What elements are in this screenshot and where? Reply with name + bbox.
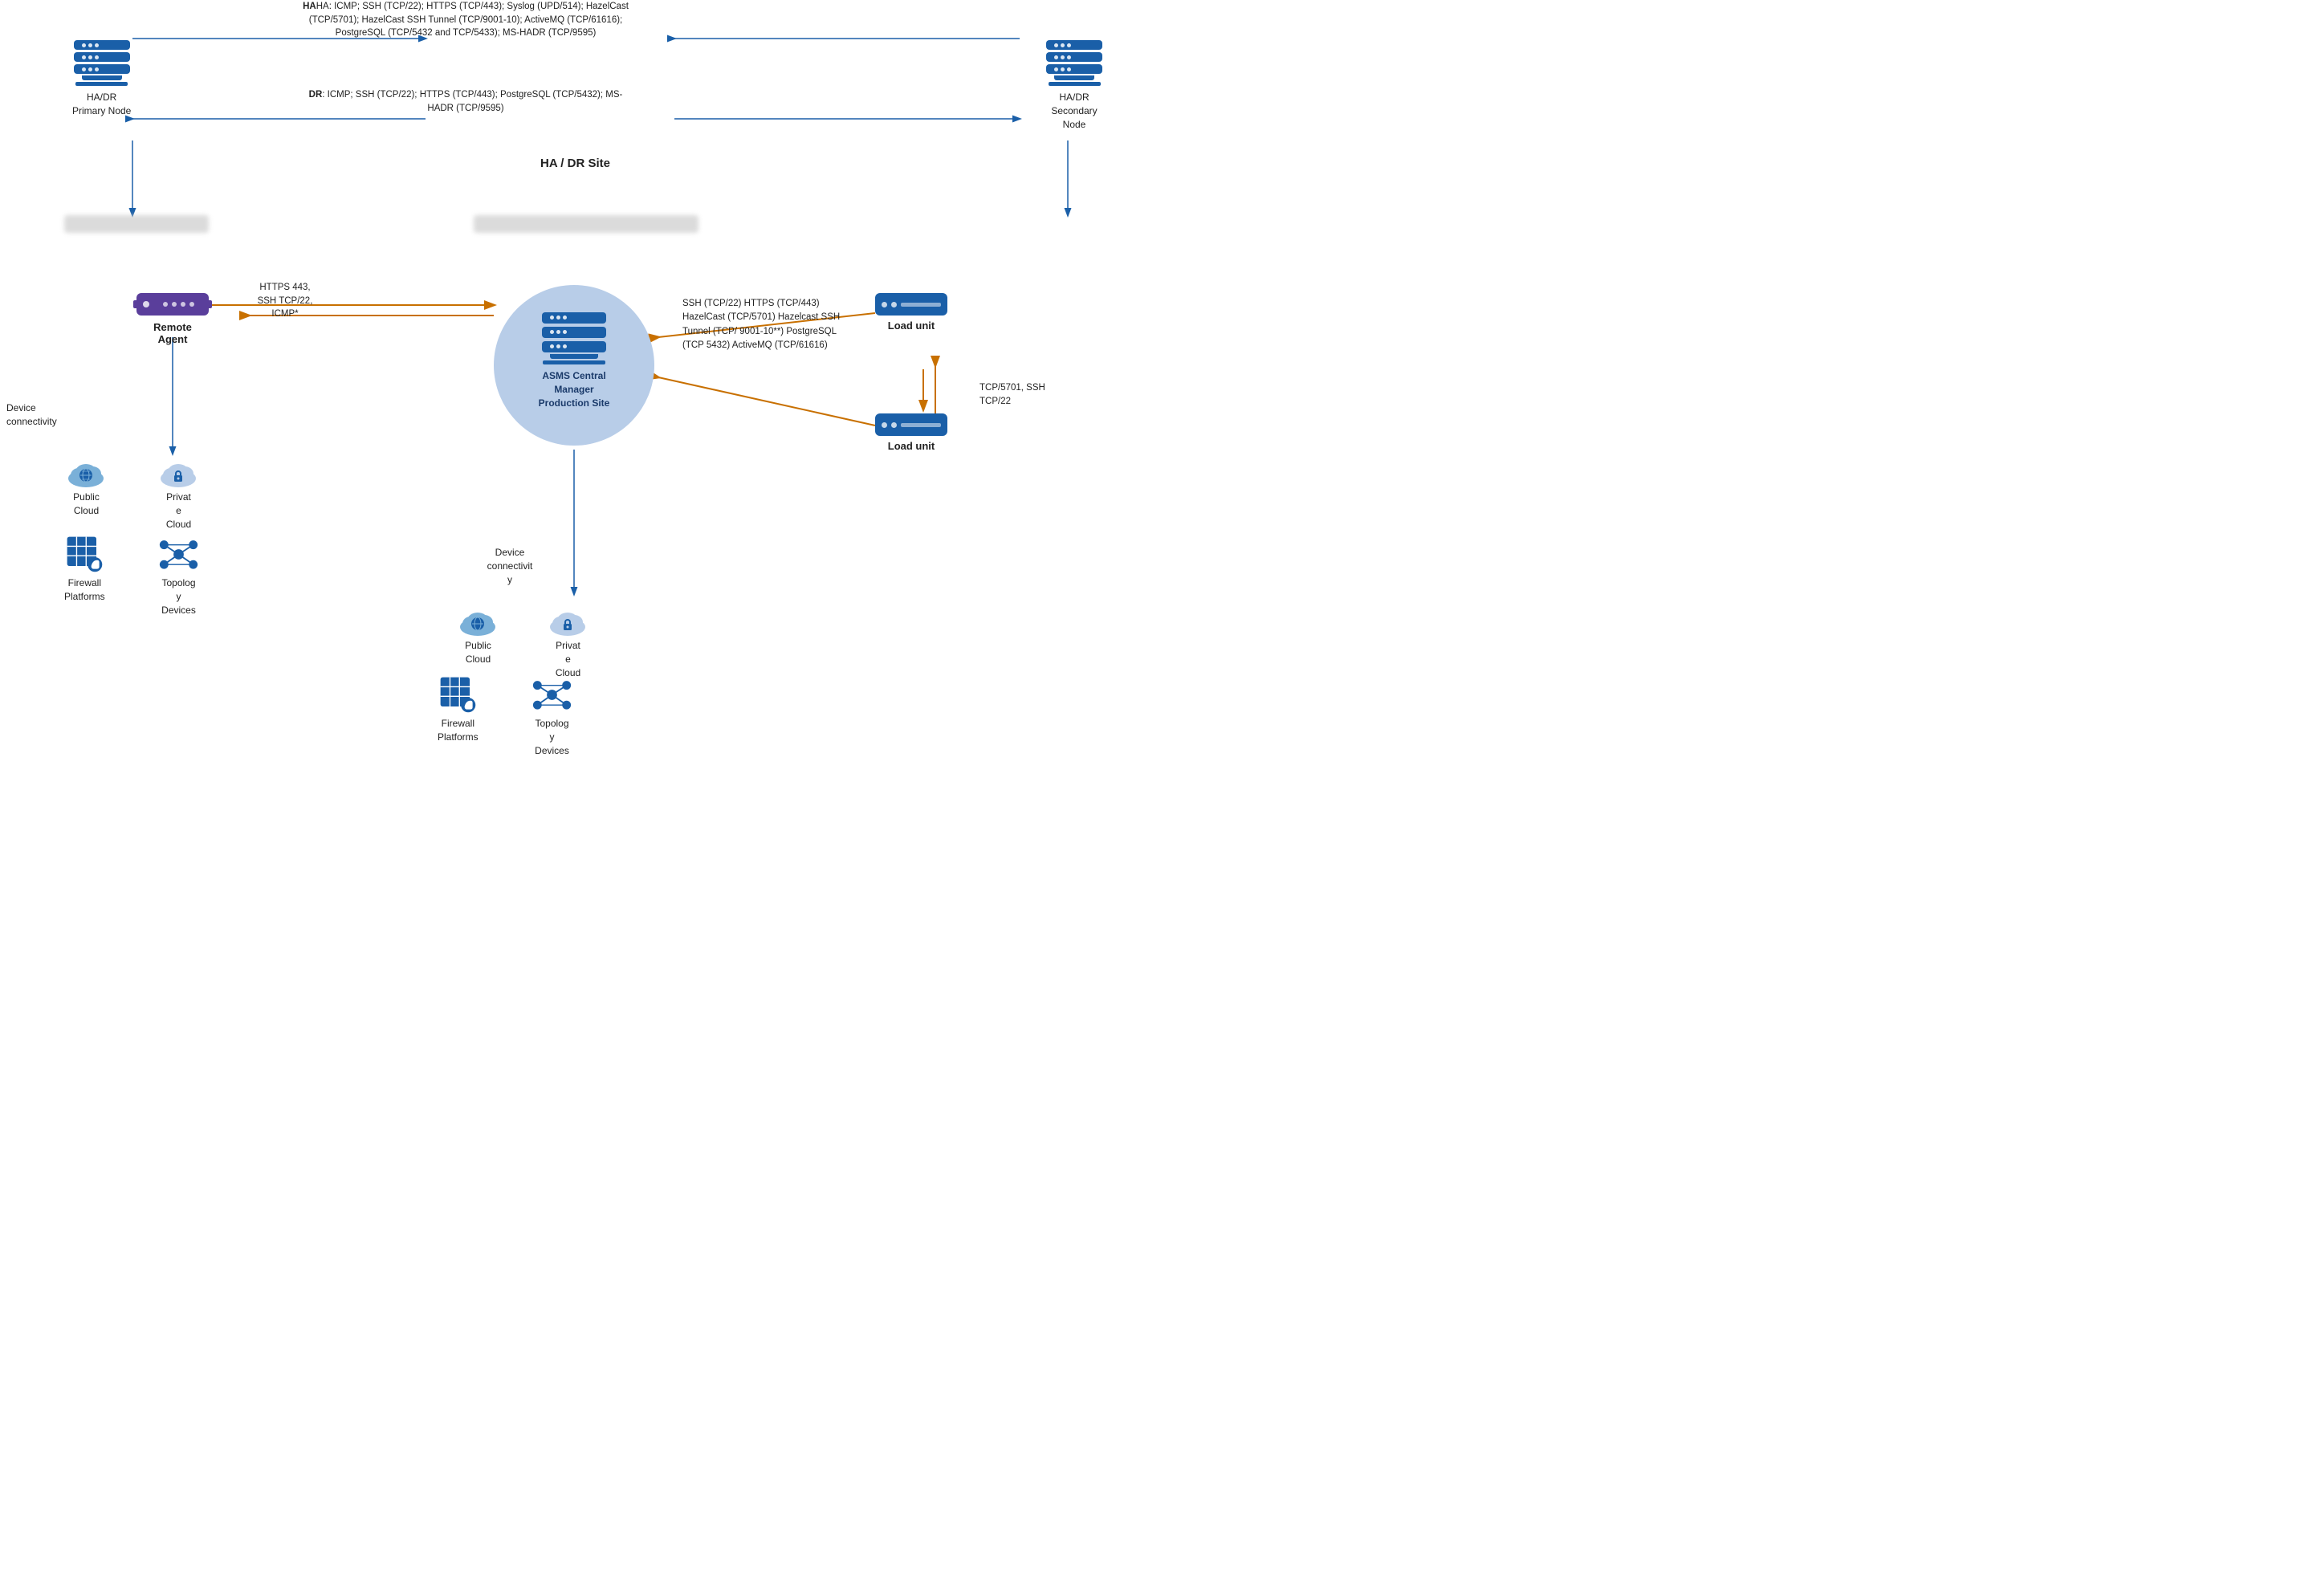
- ha-annotation: HAHA: ICMP; SSH (TCP/22); HTTPS (TCP/443…: [297, 0, 634, 40]
- load-unit-2-icon: [875, 413, 947, 436]
- server-icon-primary: [74, 40, 130, 86]
- dr-annotation-text: : ICMP; SSH (TCP/22); HTTPS (TCP/443); P…: [322, 90, 622, 113]
- load-unit-2: Load unit: [875, 413, 947, 452]
- left-public-cloud-label: Public Cloud: [64, 491, 108, 518]
- topology-icon-left: [157, 534, 201, 574]
- asms-center: ASMS Central Manager Production Site: [494, 285, 654, 446]
- bottom-public-cloud-label: Public Cloud: [456, 639, 500, 666]
- redacted-center: [474, 215, 698, 233]
- public-cloud-icon-left: [64, 458, 108, 488]
- asms-server-icon: [542, 312, 606, 364]
- device-connectivity-center: Device connectivit y: [474, 546, 546, 586]
- ha-primary-node: HA/DR Primary Node: [72, 40, 131, 118]
- private-cloud-icon-left: [157, 458, 201, 488]
- left-firewall: Firewall Platforms: [64, 534, 105, 604]
- left-private-cloud-label: Privat e Cloud: [157, 491, 201, 531]
- load-unit-1-icon: [875, 293, 947, 316]
- bottom-private-cloud-label: Privat e Cloud: [546, 639, 590, 679]
- load-units-side-annotation: TCP/5701, SSH TCP/22: [979, 381, 1060, 408]
- bottom-topology-label: Topolog y Devices: [530, 717, 574, 757]
- left-public-cloud: Public Cloud: [64, 458, 108, 518]
- firewall-icon-bottom: [438, 674, 478, 715]
- bottom-private-cloud: Privat e Cloud: [546, 606, 590, 679]
- device-connectivity-label-left: Device connectivity: [6, 401, 71, 429]
- remote-agent-area: Remote Agent: [136, 293, 209, 345]
- bottom-topology: Topolog y Devices: [530, 674, 574, 757]
- load-unit-2-label: Load unit: [888, 440, 935, 452]
- ha-dr-site-label: HA / DR Site: [540, 157, 610, 170]
- redacted-left: [64, 215, 209, 233]
- left-private-cloud: Privat e Cloud: [157, 458, 201, 531]
- server-icon-secondary: [1046, 40, 1102, 86]
- bottom-firewall: Firewall Platforms: [438, 674, 479, 744]
- ha-annotation-text: HA: ICMP; SSH (TCP/22); HTTPS (TCP/443);…: [309, 2, 629, 38]
- private-cloud-icon-bottom: [546, 606, 590, 637]
- left-topology: Topolog y Devices: [157, 534, 201, 617]
- left-firewall-label: Firewall Platforms: [64, 576, 105, 604]
- load-unit-1: Load unit: [875, 293, 947, 332]
- remote-agent-label: Remote Agent: [153, 321, 192, 345]
- ha-secondary-node: HA/DR Secondary Node: [1046, 40, 1102, 131]
- topology-icon-bottom: [530, 674, 574, 715]
- ha-secondary-label: HA/DR Secondary Node: [1051, 91, 1097, 131]
- main-diagram: HA/DR Primary Node HA/DR Secondary Node …: [0, 0, 1150, 798]
- dr-annotation: DR: ICMP; SSH (TCP/22); HTTPS (TCP/443);…: [305, 88, 626, 115]
- firewall-icon-left: [64, 534, 104, 574]
- remote-agent-router: [136, 293, 209, 317]
- remote-agent-annotation: HTTPS 443, SSH TCP/22, ICMP*: [249, 281, 321, 321]
- asms-label: ASMS Central Manager Production Site: [539, 369, 610, 409]
- left-topology-label: Topolog y Devices: [157, 576, 201, 617]
- bottom-public-cloud: Public Cloud: [456, 606, 500, 666]
- load-units-annotation: SSH (TCP/22) HTTPS (TCP/443) HazelCast (…: [682, 297, 851, 352]
- public-cloud-icon-bottom: [456, 606, 500, 637]
- ha-primary-label: HA/DR Primary Node: [72, 91, 131, 118]
- load-unit-1-label: Load unit: [888, 320, 935, 332]
- bottom-firewall-label: Firewall Platforms: [438, 717, 479, 744]
